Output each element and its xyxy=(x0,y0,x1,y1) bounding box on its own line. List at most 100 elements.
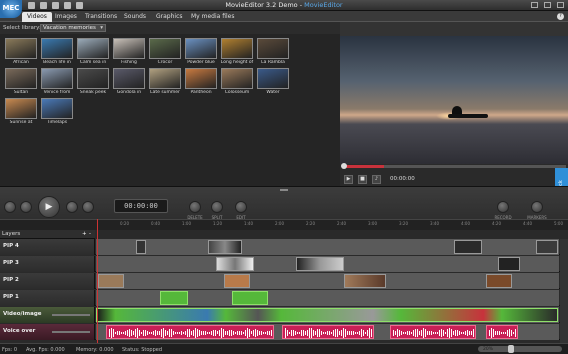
tab-images[interactable]: Images xyxy=(50,12,82,22)
media-thumbnail[interactable]: Calm sea in xyxy=(76,38,110,68)
clip[interactable] xyxy=(98,274,124,288)
media-thumbnail[interactable]: Long height of xyxy=(220,38,254,68)
media-tabs: Videos Images Transitions Sounds Graphic… xyxy=(0,11,568,22)
track-area[interactable] xyxy=(96,256,559,272)
waveform-bar xyxy=(435,331,436,335)
clip[interactable] xyxy=(344,274,386,288)
media-thumbnail[interactable]: Powder blue xyxy=(184,38,218,68)
track-label[interactable]: PIP 2 xyxy=(0,273,95,289)
clip[interactable] xyxy=(224,274,250,288)
edit-icon[interactable] xyxy=(235,201,247,213)
preview-volume-icon[interactable]: ♪ xyxy=(372,175,381,184)
track-area[interactable] xyxy=(96,324,559,340)
track-label[interactable]: PIP 3 xyxy=(0,256,95,272)
preview-stop-icon[interactable]: ■ xyxy=(358,175,367,184)
waveform-bar xyxy=(161,328,162,338)
clip[interactable] xyxy=(232,291,268,305)
waveform-bar xyxy=(449,328,450,338)
library-select[interactable]: Vacation memories xyxy=(40,24,106,32)
maximize-icon[interactable] xyxy=(544,2,551,8)
waveform-bar xyxy=(121,331,122,335)
media-thumbnail[interactable]: Pantheon xyxy=(184,68,218,98)
preview-play-icon[interactable]: ▶ xyxy=(344,175,353,184)
tab-sounds[interactable]: Sounds xyxy=(119,12,151,22)
waveform-bar xyxy=(119,331,120,335)
thumbnail-image xyxy=(221,68,253,89)
track-label[interactable]: PIP 1 xyxy=(0,290,95,306)
track-volume-slider[interactable] xyxy=(52,314,90,316)
tab-graphics[interactable]: Graphics xyxy=(151,12,188,22)
clip[interactable] xyxy=(454,240,482,254)
tab-videos[interactable]: Videos xyxy=(22,12,52,22)
tab-transitions[interactable]: Transitions xyxy=(80,12,122,22)
clip[interactable] xyxy=(536,240,558,254)
audio-clip[interactable] xyxy=(390,325,476,339)
audio-clip[interactable] xyxy=(282,325,374,339)
timeline-ruler[interactable]: 0:20 0:40 1:00 1:20 1:40 2:00 2:20 2:40 3:00 3:20… xyxy=(0,219,568,230)
track-area[interactable] xyxy=(96,273,559,289)
help-icon[interactable]: ? xyxy=(557,13,564,20)
media-thumbnail[interactable]: Venice from xyxy=(40,68,74,98)
media-thumbnail[interactable]: Crocor xyxy=(148,38,182,68)
playhead[interactable] xyxy=(97,219,98,345)
media-thumbnail[interactable]: African xyxy=(4,38,38,68)
split-icon[interactable] xyxy=(211,201,223,213)
delete-icon[interactable] xyxy=(189,201,201,213)
add-layer-icon[interactable]: + xyxy=(82,231,87,237)
forward-icon[interactable] xyxy=(66,201,78,213)
minimize-icon[interactable] xyxy=(531,2,538,8)
media-thumbnail[interactable]: Sneak peek xyxy=(76,68,110,98)
close-icon[interactable] xyxy=(557,2,564,8)
waveform-bar xyxy=(191,330,192,336)
waveform-bar xyxy=(335,328,336,338)
video-clips[interactable] xyxy=(96,308,558,322)
play-icon[interactable]: ▶ xyxy=(38,196,60,218)
media-thumbnail[interactable]: Colosseum xyxy=(220,68,254,98)
audio-clip[interactable] xyxy=(486,325,518,339)
seek-handle[interactable] xyxy=(341,163,347,169)
skip-end-icon[interactable] xyxy=(82,201,94,213)
track-area[interactable] xyxy=(96,239,559,255)
record-icon[interactable] xyxy=(497,201,509,213)
clip[interactable] xyxy=(296,257,344,271)
media-thumbnail[interactable]: Water xyxy=(256,68,290,98)
preview-seekbar[interactable] xyxy=(341,163,566,169)
media-thumbnail[interactable]: Beach life in xyxy=(40,38,74,68)
ruler-tick: 5:00 xyxy=(554,221,563,226)
clip[interactable] xyxy=(208,240,242,254)
markers-icon[interactable] xyxy=(531,201,543,213)
waveform-bar xyxy=(309,328,310,338)
media-thumbnail[interactable]: Gondola in xyxy=(112,68,146,98)
track-label[interactable]: Voice over xyxy=(0,324,95,340)
resize-grip[interactable] xyxy=(280,189,288,191)
waveform-bar xyxy=(133,331,134,335)
media-thumbnail[interactable]: Timelaps xyxy=(40,98,74,128)
waveform-bar xyxy=(443,329,444,337)
remove-layer-icon[interactable]: - xyxy=(89,231,91,237)
track-label[interactable]: Video/image xyxy=(0,307,95,323)
track-label[interactable]: PIP 4 xyxy=(0,239,95,255)
clip[interactable] xyxy=(216,257,254,271)
media-thumbnail[interactable]: Sultan xyxy=(4,68,38,98)
preview-controls: ▶ ■ ♪ 00:00:00 xyxy=(340,163,568,186)
timeline-scrollbar[interactable] xyxy=(560,239,568,343)
clip[interactable] xyxy=(136,240,146,254)
app-logo[interactable]: MEC xyxy=(0,0,22,18)
media-thumbnail[interactable]: Sunrise at xyxy=(4,98,38,128)
skip-start-icon[interactable] xyxy=(4,201,16,213)
ruler-tick: 3:40 xyxy=(430,221,439,226)
track-area[interactable] xyxy=(96,307,559,323)
zoom-handle[interactable] xyxy=(508,345,514,353)
media-thumbnail[interactable]: La Rambla xyxy=(256,38,290,68)
media-thumbnail[interactable]: Fishing xyxy=(112,38,146,68)
clip[interactable] xyxy=(486,274,512,288)
clip[interactable] xyxy=(498,257,520,271)
clip[interactable] xyxy=(160,291,188,305)
waveform-bar xyxy=(395,330,396,336)
audio-clip[interactable] xyxy=(106,325,274,339)
track-volume-slider[interactable] xyxy=(52,331,90,333)
media-thumbnail[interactable]: Late summer xyxy=(148,68,182,98)
tab-my-media-files[interactable]: My media files xyxy=(186,12,240,22)
track-area[interactable] xyxy=(96,290,559,306)
rewind-icon[interactable] xyxy=(20,201,32,213)
